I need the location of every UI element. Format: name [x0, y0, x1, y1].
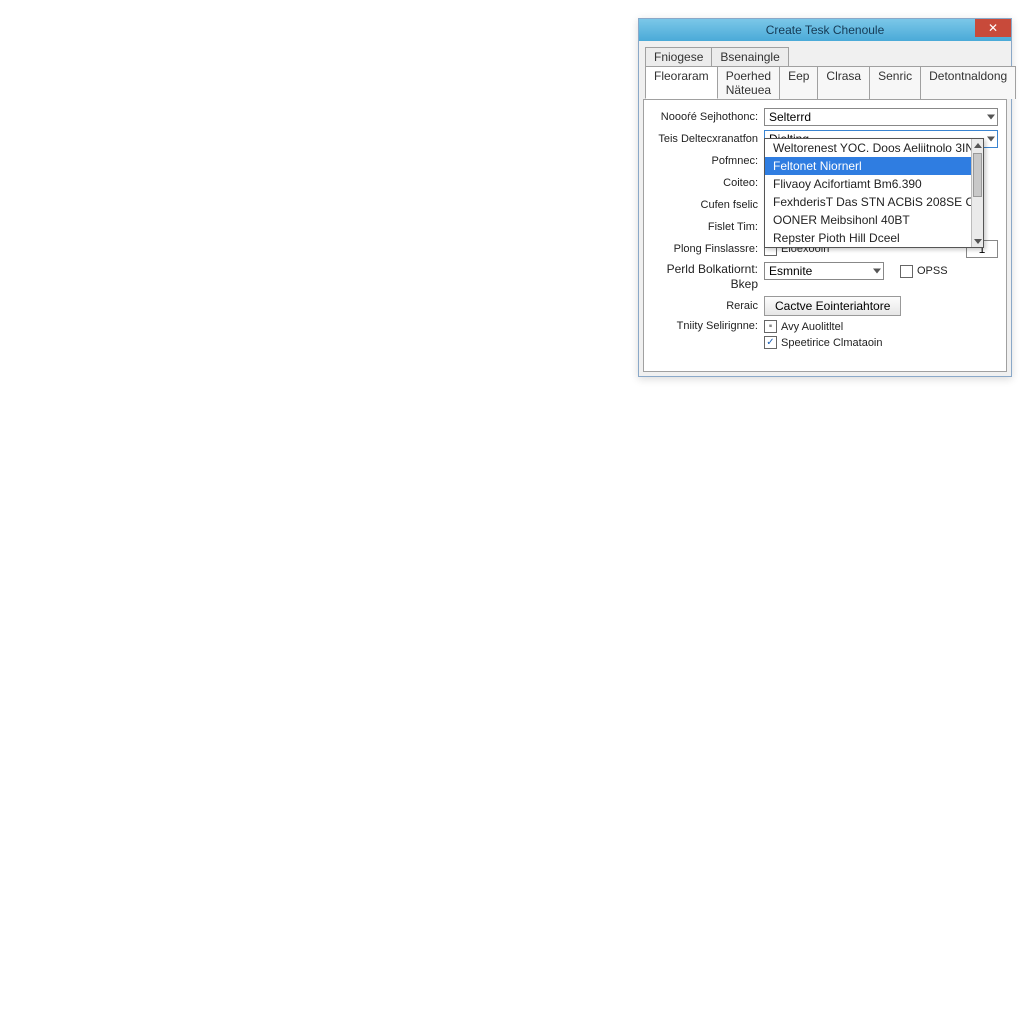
tab-bsenaingle[interactable]: Bsenaingle — [711, 47, 788, 67]
tab-row-lower: Fleoraram Poerhed Näteuea Eep Clrasa Sen… — [645, 66, 1005, 99]
tab-clrasa[interactable]: Clrasa — [817, 66, 870, 99]
label-perld: Perld Bolkatiornt: Bkep — [652, 262, 764, 292]
label-reraic: Reraic — [652, 300, 764, 312]
chevron-down-icon — [987, 115, 995, 120]
checkbox-opss[interactable] — [900, 265, 913, 278]
option-label: Feltonet Niornerl — [773, 159, 862, 173]
option-label: Flivaoy Acifortiamt Bm6.390 — [773, 177, 922, 191]
label-perld-1: Perld Bolkatiornt: — [667, 262, 758, 276]
scroll-down-icon[interactable] — [972, 235, 983, 247]
tab-label: Clrasa — [826, 69, 861, 83]
tab-label: Eep — [788, 69, 809, 83]
select-perld-value: Esmnite — [769, 264, 812, 278]
tab-label: Senric — [878, 69, 912, 83]
label-speetirice: Speetirice Clmataoin — [781, 337, 883, 349]
scroll-up-icon[interactable] — [972, 139, 983, 151]
label-avy: Avy Auolitltel — [781, 321, 843, 333]
checkbox-avy[interactable]: ▪ — [764, 320, 777, 333]
chevron-down-icon — [987, 137, 995, 142]
tab-panel: Noooŕé Sejhothonc: Selterrd Teis Deltecx… — [643, 99, 1007, 372]
task-dropdown-list: Weltorenest YOC. Doos Aeliitnolo 3IN Fel… — [764, 138, 984, 248]
dropdown-option[interactable]: OONER Meibsihonl 40BT — [765, 211, 983, 229]
row-name: Noooŕé Sejhothonc: Selterrd — [652, 108, 998, 126]
chevron-down-icon — [873, 269, 881, 274]
window-body: Fniogese Bsenaingle Fleoraram Poerhed Nä… — [639, 41, 1011, 376]
label-fislet: Fislet Tim: — [652, 221, 764, 233]
option-label: FexhderisT Das STN ACBiS 208SE Chomiting — [773, 195, 983, 209]
button-label: Cactve Eointeriahtore — [775, 299, 890, 313]
tab-fleoraram[interactable]: Fleoraram — [645, 66, 718, 99]
option-label: OONER Meibsihonl 40BT — [773, 213, 910, 227]
tab-detontnaldong[interactable]: Detontnaldong — [920, 66, 1016, 99]
dropdown-scrollbar[interactable] — [971, 139, 983, 247]
tab-strip: Fniogese Bsenaingle Fleoraram Poerhed Nä… — [643, 45, 1007, 99]
tab-label: Fleoraram — [654, 69, 709, 83]
tab-label: Poerhed Näteuea — [726, 69, 771, 97]
label-perld-2: Bkep — [731, 277, 758, 291]
dropdown-option-selected[interactable]: Feltonet Niornerl — [765, 157, 983, 175]
option-label: Repster Pioth Hill Dceel — [773, 231, 900, 245]
tab-row-upper: Fniogese Bsenaingle — [645, 47, 1005, 66]
button-cactve[interactable]: Cactve Eointeriahtore — [764, 296, 901, 316]
tab-senric[interactable]: Senric — [869, 66, 921, 99]
dropdown-option[interactable]: Repster Pioth Hill Dceel — [765, 229, 983, 247]
label-cifen: Cufen fselic — [652, 199, 764, 211]
select-name-value: Selterrd — [769, 110, 811, 124]
tab-poerhed[interactable]: Poerhed Näteuea — [717, 66, 780, 99]
tab-fniogese[interactable]: Fniogese — [645, 47, 712, 67]
tab-label: Bsenaingle — [720, 50, 779, 64]
tab-eep[interactable]: Eep — [779, 66, 818, 99]
scroll-thumb[interactable] — [973, 153, 982, 197]
tab-label: Detontnaldong — [929, 69, 1007, 83]
row-reraic: Reraic Cactve Eointeriahtore — [652, 296, 998, 316]
label-opss: OPSS — [917, 265, 948, 277]
close-button[interactable]: ✕ — [975, 19, 1011, 37]
label-plong: Plong Finslassre: — [652, 243, 764, 255]
dropdown-option[interactable]: Flivaoy Acifortiamt Bm6.390 — [765, 175, 983, 193]
label-coiteo: Coiteo: — [652, 177, 764, 189]
window-title: Create Tesk Chenoule — [766, 23, 885, 37]
row-perld: Perld Bolkatiornt: Bkep Esmnite OPSS — [652, 262, 998, 292]
option-label: Weltorenest YOC. Doos Aeliitnolo 3IN — [773, 141, 974, 155]
dialog-window: Create Tesk Chenoule ✕ Fniogese Bsenaing… — [638, 18, 1012, 377]
checkbox-speetirice[interactable]: ✓ — [764, 336, 777, 349]
label-pofmnec: Pofmnec: — [652, 155, 764, 167]
label-tniity: Tniity Selirignne: — [652, 320, 764, 332]
row-tniity: Tniity Selirignne: ▪ Avy Auolitltel ✓ Sp… — [652, 320, 998, 349]
select-perld[interactable]: Esmnite — [764, 262, 884, 280]
dropdown-option[interactable]: Weltorenest YOC. Doos Aeliitnolo 3IN — [765, 139, 983, 157]
dropdown-option[interactable]: FexhderisT Das STN ACBiS 208SE Chomiting — [765, 193, 983, 211]
label-name: Noooŕé Sejhothonc: — [652, 111, 764, 123]
titlebar: Create Tesk Chenoule ✕ — [639, 19, 1011, 41]
select-name[interactable]: Selterrd — [764, 108, 998, 126]
tab-label: Fniogese — [654, 50, 703, 64]
label-task: Teis Deltecxranatfon — [652, 133, 764, 145]
close-icon: ✕ — [988, 21, 998, 35]
